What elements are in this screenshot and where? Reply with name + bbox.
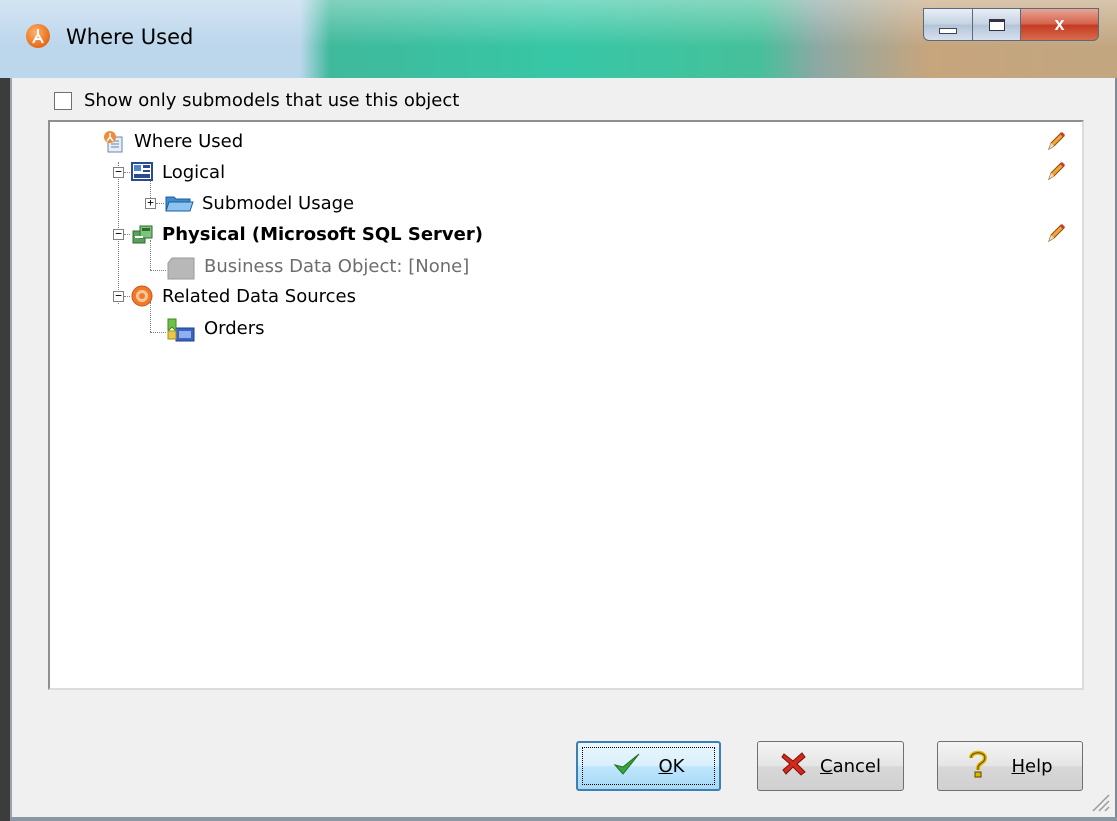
window-frame-bottom: [10, 817, 1117, 821]
folder-icon: [164, 192, 194, 214]
tree-node-business-data-object[interactable]: Business Data Object: [None]: [166, 252, 469, 280]
tree-connector: [150, 270, 166, 271]
title-bar[interactable]: Where Used x: [0, 0, 1117, 78]
collapse-logical-toggle[interactable]: −: [113, 166, 124, 178]
tree-node-label: Related Data Sources: [162, 285, 356, 307]
tree-node-where-used[interactable]: Where Used: [102, 127, 243, 155]
tree-node-orders[interactable]: Orders: [166, 314, 265, 342]
physical-model-icon: [130, 223, 154, 245]
data-source-icon: [130, 285, 154, 307]
tree-node-label: Submodel Usage: [202, 192, 355, 214]
tree-node-label: Where Used: [134, 130, 244, 152]
tree-node-physical[interactable]: Physical (Microsoft SQL Server): [130, 220, 483, 248]
edit-pencil-icon[interactable]: [1045, 160, 1067, 182]
data-source-table-icon: [166, 317, 196, 342]
show-only-submodels-label[interactable]: Show only submodels that use this object: [84, 90, 459, 111]
show-only-submodels-checkbox[interactable]: [54, 91, 72, 110]
help-button[interactable]: Help: [937, 741, 1083, 791]
dialog-client-area: Show only submodels that use this object: [12, 78, 1115, 817]
logical-model-icon: [130, 161, 154, 183]
app-icon: [26, 24, 50, 48]
close-button[interactable]: x: [1021, 8, 1099, 41]
help-button-label: Help: [1011, 755, 1053, 777]
help-question-icon: [967, 750, 989, 783]
cancel-button-label: Cancel: [820, 755, 881, 777]
tree-node-related-data-sources[interactable]: Related Data Sources: [130, 282, 356, 310]
tree-node-label: Logical: [162, 161, 226, 183]
ok-button[interactable]: OK: [576, 741, 721, 791]
expand-submodel-usage-toggle[interactable]: +: [145, 197, 156, 209]
business-data-object-icon: [166, 255, 196, 280]
minimize-icon: [939, 27, 957, 34]
collapse-physical-toggle[interactable]: −: [113, 228, 124, 240]
ok-focus-rect: [582, 747, 715, 785]
minimize-button[interactable]: [923, 8, 973, 41]
tree-node-submodel-usage[interactable]: Submodel Usage: [164, 189, 354, 217]
edit-pencil-icon[interactable]: [1045, 130, 1067, 152]
tree-connector: [150, 332, 166, 333]
tree-node-label: Orders: [204, 317, 265, 339]
tree-node-logical[interactable]: Logical: [130, 158, 225, 186]
close-icon: x: [1054, 14, 1065, 34]
resize-grip-icon[interactable]: [1089, 791, 1111, 813]
cancel-x-icon: [780, 751, 808, 782]
maximize-button[interactable]: [973, 8, 1021, 41]
edit-pencil-icon[interactable]: [1045, 222, 1067, 244]
window-title: Where Used: [66, 25, 194, 49]
tree-node-label: Physical (Microsoft SQL Server): [162, 223, 483, 245]
tree-node-label: Business Data Object: [None]: [204, 255, 470, 277]
maximize-icon: [988, 18, 1005, 31]
window-frame-left: [0, 0, 10, 821]
cancel-button[interactable]: Cancel: [757, 741, 904, 791]
tree-connector: [156, 203, 164, 204]
where-used-icon: [102, 130, 126, 153]
collapse-related-data-sources-toggle[interactable]: −: [113, 290, 124, 302]
show-only-submodels-option[interactable]: Show only submodels that use this object: [54, 90, 459, 111]
where-used-tree[interactable]: Where Used − Logical + Submodel Usage − …: [48, 120, 1084, 690]
